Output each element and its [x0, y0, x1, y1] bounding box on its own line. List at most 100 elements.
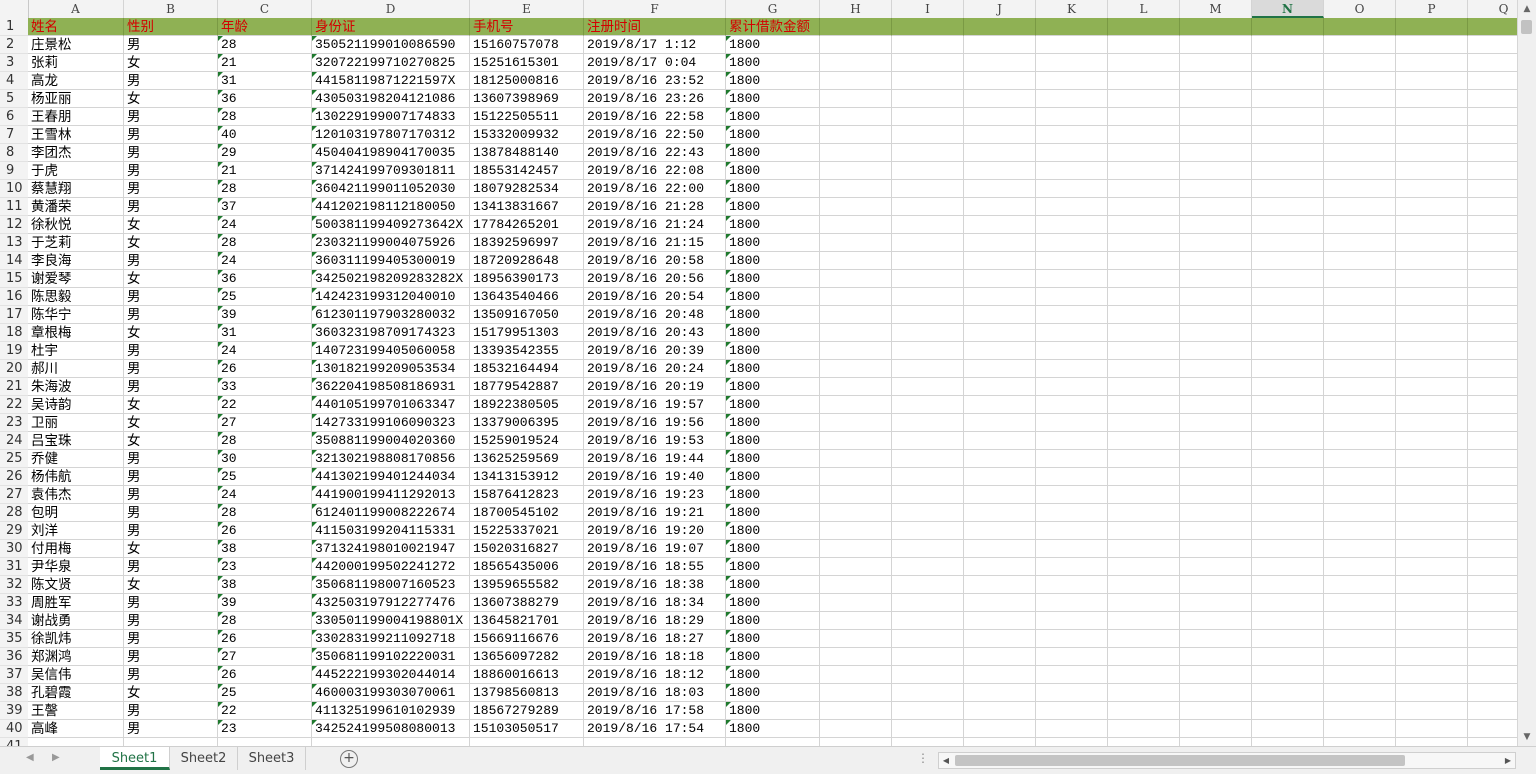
- table-cell[interactable]: 1800: [726, 306, 820, 324]
- table-cell[interactable]: 38: [218, 576, 312, 594]
- table-cell[interactable]: 371424199709301811: [312, 162, 470, 180]
- table-cell[interactable]: 女: [124, 432, 218, 450]
- column-header-p[interactable]: P: [1396, 0, 1468, 18]
- table-cell[interactable]: 31: [218, 72, 312, 90]
- row-header[interactable]: 9: [0, 162, 28, 180]
- table-cell[interactable]: [1468, 612, 1518, 630]
- table-cell[interactable]: 130182199209053534: [312, 360, 470, 378]
- row-header-bar[interactable]: 1 2 3 4 5 6 7 8 9 10 11 12 13 14 15 16 17 18 19 20 21 22 23 24 2…: [0, 18, 28, 746]
- table-cell[interactable]: [1180, 270, 1252, 288]
- table-cell[interactable]: 2019/8/16 19:21: [584, 504, 726, 522]
- table-cell[interactable]: [1180, 666, 1252, 684]
- row-header[interactable]: 39: [0, 702, 28, 720]
- table-cell[interactable]: [1108, 180, 1180, 198]
- table-cell[interactable]: 2019/8/16 21:28: [584, 198, 726, 216]
- row-header[interactable]: 13: [0, 234, 28, 252]
- row-header[interactable]: 1: [0, 18, 28, 36]
- table-cell[interactable]: 2019/8/16 20:19: [584, 378, 726, 396]
- table-cell[interactable]: 18956390173: [470, 270, 584, 288]
- table-cell[interactable]: 18079282534: [470, 180, 584, 198]
- table-cell[interactable]: [1396, 558, 1468, 576]
- table-cell[interactable]: [1468, 234, 1518, 252]
- header-cell[interactable]: 身份证: [312, 18, 470, 36]
- table-cell[interactable]: 445222199302044014: [312, 666, 470, 684]
- row-header[interactable]: 5: [0, 90, 28, 108]
- table-cell[interactable]: [820, 360, 892, 378]
- table-cell[interactable]: [964, 270, 1036, 288]
- table-cell[interactable]: [1324, 306, 1396, 324]
- table-cell[interactable]: 13959655582: [470, 576, 584, 594]
- table-cell[interactable]: 28: [218, 234, 312, 252]
- table-cell[interactable]: 1800: [726, 684, 820, 702]
- table-cell[interactable]: 女: [124, 216, 218, 234]
- table-cell[interactable]: [1108, 720, 1180, 738]
- table-cell[interactable]: [1180, 720, 1252, 738]
- table-cell[interactable]: [1252, 378, 1324, 396]
- table-cell[interactable]: [1036, 450, 1108, 468]
- table-cell[interactable]: [1180, 414, 1252, 432]
- header-cell[interactable]: [1324, 18, 1396, 36]
- table-cell[interactable]: 15259019524: [470, 432, 584, 450]
- table-cell[interactable]: [820, 666, 892, 684]
- table-cell[interactable]: [892, 450, 964, 468]
- table-cell[interactable]: [892, 738, 964, 746]
- table-cell[interactable]: 1800: [726, 432, 820, 450]
- table-cell[interactable]: [1108, 144, 1180, 162]
- table-cell[interactable]: [1396, 720, 1468, 738]
- table-cell[interactable]: 男: [124, 126, 218, 144]
- table-cell[interactable]: 2019/8/16 18:29: [584, 612, 726, 630]
- table-cell[interactable]: [892, 486, 964, 504]
- table-cell[interactable]: [1036, 414, 1108, 432]
- table-cell[interactable]: [1036, 576, 1108, 594]
- table-cell[interactable]: [1180, 486, 1252, 504]
- table-cell[interactable]: 1800: [726, 144, 820, 162]
- table-cell[interactable]: 18720928648: [470, 252, 584, 270]
- table-cell[interactable]: 362204198508186931: [312, 378, 470, 396]
- column-header-e[interactable]: E: [470, 0, 584, 18]
- table-cell[interactable]: [1108, 522, 1180, 540]
- table-cell[interactable]: [820, 612, 892, 630]
- table-cell[interactable]: [1396, 486, 1468, 504]
- table-cell[interactable]: 2019/8/16 19:23: [584, 486, 726, 504]
- next-sheet-icon[interactable]: ▶: [52, 752, 60, 763]
- column-header-bar[interactable]: ABCDEFGHIJKLMNOPQ: [0, 0, 1518, 19]
- table-cell[interactable]: 23: [218, 720, 312, 738]
- table-cell[interactable]: [1468, 324, 1518, 342]
- table-cell[interactable]: [820, 216, 892, 234]
- table-cell[interactable]: 男: [124, 558, 218, 576]
- table-cell[interactable]: 男: [124, 72, 218, 90]
- table-cell[interactable]: 男: [124, 720, 218, 738]
- table-cell[interactable]: [1036, 504, 1108, 522]
- table-cell[interactable]: 2019/8/16 20:43: [584, 324, 726, 342]
- row-header[interactable]: 23: [0, 414, 28, 432]
- table-cell[interactable]: [1108, 198, 1180, 216]
- table-cell[interactable]: 1800: [726, 504, 820, 522]
- table-cell[interactable]: [964, 720, 1036, 738]
- table-cell[interactable]: 24: [218, 216, 312, 234]
- table-cell[interactable]: [820, 306, 892, 324]
- table-cell[interactable]: [1108, 486, 1180, 504]
- table-cell[interactable]: [964, 594, 1036, 612]
- table-cell[interactable]: [964, 216, 1036, 234]
- table-cell[interactable]: 18922380505: [470, 396, 584, 414]
- table-cell[interactable]: [892, 558, 964, 576]
- table-cell[interactable]: [1108, 666, 1180, 684]
- table-cell[interactable]: [1396, 522, 1468, 540]
- table-cell[interactable]: [1324, 198, 1396, 216]
- table-cell[interactable]: [820, 126, 892, 144]
- table-cell[interactable]: [1396, 180, 1468, 198]
- row-header[interactable]: 3: [0, 54, 28, 72]
- table-cell[interactable]: 1800: [726, 90, 820, 108]
- table-cell[interactable]: 2019/8/16 21:24: [584, 216, 726, 234]
- table-cell[interactable]: [1252, 306, 1324, 324]
- table-cell[interactable]: [892, 702, 964, 720]
- table-cell[interactable]: [820, 252, 892, 270]
- table-cell[interactable]: 周胜军: [28, 594, 124, 612]
- table-cell[interactable]: [1252, 684, 1324, 702]
- table-cell[interactable]: [1180, 540, 1252, 558]
- table-cell[interactable]: [1036, 522, 1108, 540]
- row-header[interactable]: 28: [0, 504, 28, 522]
- table-cell[interactable]: [1036, 54, 1108, 72]
- table-cell[interactable]: [1036, 90, 1108, 108]
- table-cell[interactable]: [584, 738, 726, 746]
